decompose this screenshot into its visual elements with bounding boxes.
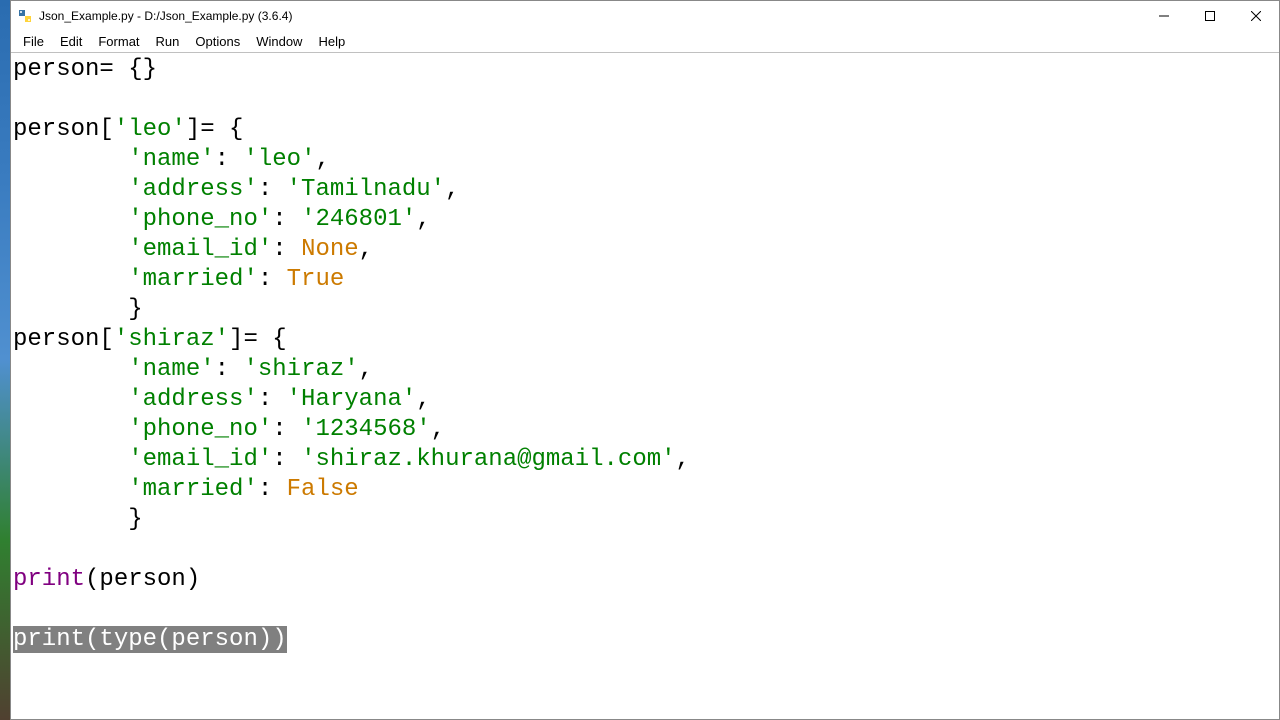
menu-options[interactable]: Options	[187, 32, 248, 51]
code-line: person['leo']= {	[13, 116, 243, 143]
code-line: 'address': 'Haryana',	[13, 386, 431, 413]
menu-help[interactable]: Help	[310, 32, 353, 51]
code-line: print(person)	[13, 566, 200, 593]
menu-format[interactable]: Format	[90, 32, 147, 51]
menu-run[interactable]: Run	[148, 32, 188, 51]
code-line: 'phone_no': '246801',	[13, 206, 431, 233]
window-title: Json_Example.py - D:/Json_Example.py (3.…	[39, 9, 1141, 23]
code-line: 'married': False	[13, 476, 359, 503]
menu-window[interactable]: Window	[248, 32, 310, 51]
code-line: 'married': True	[13, 266, 344, 293]
maximize-button[interactable]	[1187, 1, 1233, 31]
code-line: person= {}	[13, 56, 157, 83]
idle-window: Json_Example.py - D:/Json_Example.py (3.…	[10, 0, 1280, 720]
titlebar[interactable]: Json_Example.py - D:/Json_Example.py (3.…	[11, 1, 1279, 31]
code-line: 'name': 'shiraz',	[13, 356, 373, 383]
code-line: person['shiraz']= {	[13, 326, 287, 353]
code-line: 'email_id': None,	[13, 236, 373, 263]
window-controls	[1141, 1, 1279, 31]
code-editor[interactable]: person= {} person['leo']= { 'name': 'leo…	[11, 53, 1279, 719]
code-line: 'name': 'leo',	[13, 146, 330, 173]
selected-text: print(type(person))	[13, 626, 287, 653]
code-line: }	[13, 296, 143, 323]
app-icon	[17, 8, 33, 24]
minimize-button[interactable]	[1141, 1, 1187, 31]
code-line: }	[13, 506, 143, 533]
code-line: 'address': 'Tamilnadu',	[13, 176, 460, 203]
code-line: 'email_id': 'shiraz.khurana@gmail.com',	[13, 446, 690, 473]
menu-edit[interactable]: Edit	[52, 32, 90, 51]
close-button[interactable]	[1233, 1, 1279, 31]
code-line: 'phone_no': '1234568',	[13, 416, 445, 443]
menubar: File Edit Format Run Options Window Help	[11, 31, 1279, 53]
menu-file[interactable]: File	[15, 32, 52, 51]
taskbar-sliver	[0, 0, 10, 720]
